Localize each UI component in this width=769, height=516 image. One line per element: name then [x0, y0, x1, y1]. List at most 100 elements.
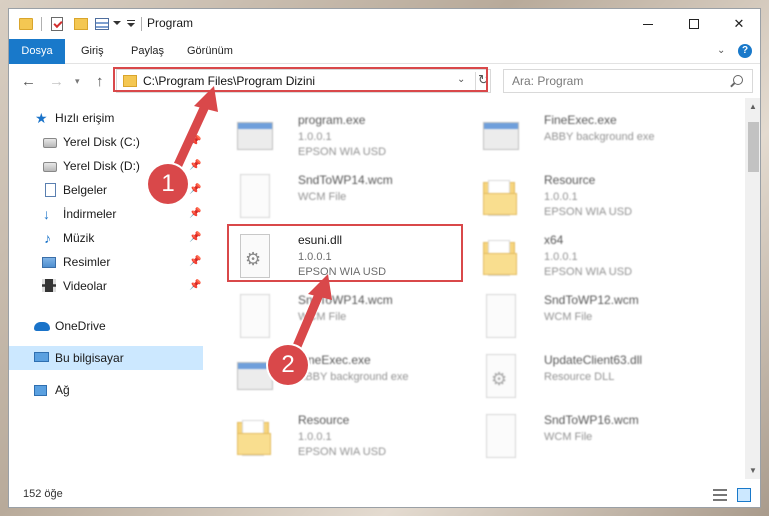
- file-name: x64: [544, 233, 564, 247]
- file-highlight: [227, 224, 463, 282]
- search-icon[interactable]: [733, 75, 743, 85]
- file-detail: EPSON WIA USD: [544, 266, 633, 278]
- file-item[interactable]: Resource 1.0.0.1 EPSON WIA USD: [475, 168, 715, 226]
- folder-icon: [483, 240, 517, 276]
- sidebar-item-label: Videolar: [63, 279, 107, 293]
- sidebar-item-music[interactable]: ♪ Müzik 📌: [9, 226, 203, 250]
- pin-icon[interactable]: 📌: [189, 274, 201, 298]
- properties-check-icon[interactable]: [51, 17, 63, 31]
- details-view-icon[interactable]: [713, 489, 727, 501]
- sidebar-item-onedrive[interactable]: OneDrive: [9, 314, 203, 338]
- scrollbar-thumb[interactable]: [748, 122, 759, 172]
- sidebar-item-network[interactable]: Ağ: [9, 378, 203, 402]
- minimize-icon: [643, 23, 653, 25]
- pin-icon[interactable]: 📌: [189, 202, 201, 226]
- file-item[interactable]: SndToWP16.wcm WCM File: [475, 408, 715, 466]
- file-item[interactable]: x64 1.0.0.1 EPSON WIA USD: [475, 228, 715, 286]
- disk-icon: [43, 162, 57, 172]
- pin-icon[interactable]: 📌: [189, 226, 201, 250]
- help-icon[interactable]: ?: [738, 44, 752, 58]
- maximize-button[interactable]: [671, 9, 717, 39]
- file-detail: 1.0.0.1: [544, 251, 578, 263]
- forward-arrow-icon[interactable]: →: [49, 73, 64, 90]
- file-name: program.exe: [298, 113, 366, 127]
- address-bar-highlight: [113, 67, 488, 92]
- file-item[interactable]: program.exe 1.0.0.1 EPSON WIA USD: [229, 108, 469, 166]
- file-icon: [486, 294, 516, 338]
- pin-icon[interactable]: 📌: [189, 154, 201, 178]
- file-detail: EPSON WIA USD: [298, 446, 387, 458]
- recent-locations-chevron-icon[interactable]: ▾: [75, 76, 80, 87]
- sidebar-item-downloads[interactable]: ↓ İndirmeler 📌: [9, 202, 203, 226]
- file-detail: EPSON WIA USD: [298, 146, 387, 158]
- tab-home[interactable]: Giriş: [71, 39, 114, 64]
- pin-icon[interactable]: 📌: [189, 130, 201, 154]
- close-button[interactable]: ✕: [716, 9, 760, 39]
- file-icon: [240, 294, 270, 338]
- music-icon: ♪: [44, 230, 51, 246]
- file-item[interactable]: UpdateClient63.dll Resource DLL: [475, 348, 715, 406]
- navigation-pane: ★ Hızlı erişim Yerel Disk (C:) 📌 Yerel D…: [9, 98, 209, 479]
- sidebar-item-this-pc[interactable]: Bu bilgisayar: [9, 346, 203, 370]
- file-detail: EPSON WIA USD: [544, 206, 633, 218]
- file-item[interactable]: SndToWP14.wcm WCM File: [229, 288, 469, 346]
- search-input[interactable]: Ara: Program: [512, 74, 583, 88]
- sidebar-item-pictures[interactable]: Resimler 📌: [9, 250, 203, 274]
- item-count: 152 öğe: [23, 488, 63, 500]
- file-icon: [240, 174, 270, 218]
- file-detail: 1.0.0.1: [298, 431, 332, 443]
- new-folder-icon[interactable]: [74, 18, 88, 30]
- file-item[interactable]: FineExec.exe ABBY background exe: [229, 348, 469, 406]
- videos-icon: [42, 279, 56, 292]
- folder-icon: [483, 180, 517, 216]
- scroll-down-icon[interactable]: ▼: [749, 466, 757, 475]
- toolbar-divider: [41, 17, 42, 31]
- tab-share[interactable]: Paylaş: [121, 39, 174, 64]
- sidebar-item-label: OneDrive: [55, 319, 106, 333]
- large-icons-view-icon[interactable]: [737, 488, 751, 502]
- sidebar-item-label: Müzik: [63, 231, 95, 245]
- file-detail: ABBY background exe: [544, 131, 655, 143]
- sidebar-item-label: Resimler: [63, 255, 111, 269]
- file-item[interactable]: SndToWP14.wcm WCM File: [229, 168, 469, 226]
- sidebar-item-quick-access[interactable]: ★ Hızlı erişim: [9, 106, 203, 130]
- file-name: FineExec.exe: [544, 113, 617, 127]
- file-item[interactable]: SndToWP12.wcm WCM File: [475, 288, 715, 346]
- up-arrow-icon[interactable]: ↑: [96, 73, 104, 90]
- file-detail: 1.0.0.1: [544, 191, 578, 203]
- file-item[interactable]: Resource 1.0.0.1 EPSON WIA USD: [229, 408, 469, 466]
- documents-icon: [45, 183, 56, 197]
- sidebar-item-label: Hızlı erişim: [55, 111, 115, 125]
- exe-file-icon: [237, 122, 273, 150]
- file-detail: WCM File: [298, 311, 347, 323]
- back-arrow-icon[interactable]: ←: [21, 73, 36, 90]
- pin-icon[interactable]: 📌: [189, 178, 201, 202]
- status-bar: 152 öğe: [9, 479, 760, 507]
- exe-file-icon: [483, 122, 519, 150]
- pictures-icon: [42, 257, 56, 268]
- network-icon: [34, 385, 47, 396]
- sidebar-item-label: Ağ: [55, 383, 70, 397]
- file-name: FineExec.exe: [298, 353, 371, 367]
- pin-icon[interactable]: 📌: [189, 250, 201, 274]
- file-name: Resource: [298, 413, 350, 427]
- minimize-button[interactable]: [625, 9, 671, 39]
- file-name: SndToWP14.wcm: [298, 173, 393, 187]
- vertical-scrollbar[interactable]: ▲ ▼: [745, 98, 760, 479]
- tab-view[interactable]: Görünüm: [177, 39, 243, 64]
- tab-file[interactable]: Dosya: [9, 39, 65, 64]
- file-name: SndToWP14.wcm: [298, 293, 393, 307]
- sidebar-item-videos[interactable]: Videolar 📌: [9, 274, 203, 298]
- folder-icon: [237, 420, 271, 456]
- view-options-icon[interactable]: [95, 18, 109, 30]
- customize-toolbar-icon[interactable]: [127, 20, 135, 27]
- sidebar-item-label: Belgeler: [63, 183, 108, 197]
- file-name: Resource: [544, 173, 596, 187]
- scroll-up-icon[interactable]: ▲: [749, 102, 757, 111]
- file-detail: WCM File: [544, 311, 593, 323]
- expand-ribbon-icon[interactable]: ⌄: [717, 45, 729, 57]
- view-options-dropdown-icon[interactable]: [113, 21, 121, 25]
- sidebar-item-local-disk-c[interactable]: Yerel Disk (C:) 📌: [9, 130, 203, 154]
- file-item[interactable]: FineExec.exe ABBY background exe: [475, 108, 715, 166]
- search-box[interactable]: Ara: Program: [503, 69, 753, 93]
